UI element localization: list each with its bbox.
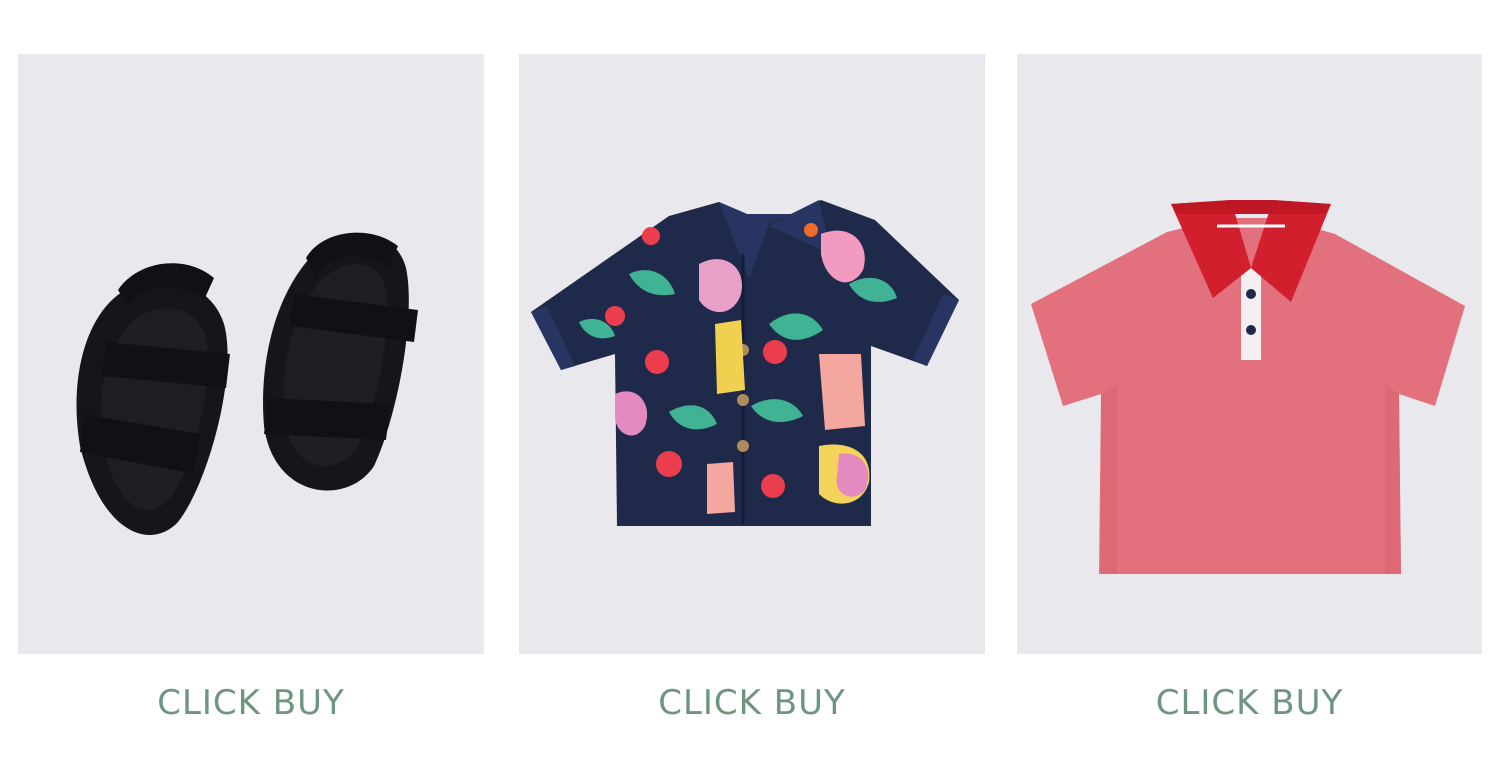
right-sandal — [263, 232, 418, 491]
left-sandal — [76, 263, 230, 535]
polo-illustration — [1031, 200, 1465, 574]
product-image-sandals[interactable] — [18, 54, 484, 654]
navy-print-shirt — [531, 200, 959, 526]
product-card-print-shirt[interactable]: CLICK BUY — [519, 54, 985, 726]
print-shirt-illustration — [531, 200, 959, 526]
product-card-polo[interactable]: CLICK BUY — [1017, 54, 1482, 726]
pink-polo-shirt — [1031, 200, 1465, 574]
product-card-sandals[interactable]: CLICK BUY — [18, 54, 484, 726]
product-image-print-shirt[interactable] — [519, 54, 985, 654]
click-buy-link-print-shirt[interactable]: CLICK BUY — [519, 680, 985, 726]
product-image-polo[interactable] — [1017, 54, 1482, 654]
sandals-illustration — [76, 232, 418, 535]
click-buy-link-sandals[interactable]: CLICK BUY — [18, 680, 484, 726]
click-buy-link-polo[interactable]: CLICK BUY — [1017, 680, 1482, 726]
